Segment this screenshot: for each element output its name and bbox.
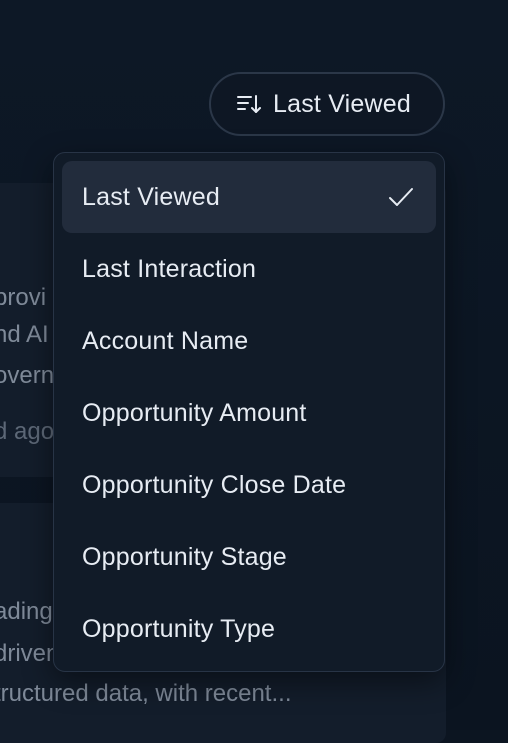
- sort-option-last-viewed[interactable]: Last Viewed: [62, 161, 436, 233]
- sort-option-label: Last Viewed: [82, 182, 220, 211]
- card-description-line: provi: [0, 284, 47, 311]
- sort-option-label: Account Name: [82, 326, 249, 355]
- card-description-line: tructured data, with recent...: [0, 680, 292, 707]
- sort-option-opportunity-type[interactable]: Opportunity Type: [62, 593, 436, 665]
- sort-option-label: Opportunity Type: [82, 614, 276, 643]
- sort-option-label: Opportunity Amount: [82, 398, 307, 427]
- sort-dropdown-menu: Last Viewed Last Interaction Account Nam…: [53, 152, 445, 672]
- sort-option-opportunity-stage[interactable]: Opportunity Stage: [62, 521, 436, 593]
- sort-option-account-name[interactable]: Account Name: [62, 305, 436, 377]
- card-description-line: ading: [0, 598, 53, 625]
- card-description-line: nd AI: [0, 321, 49, 348]
- sort-option-opportunity-close-date[interactable]: Opportunity Close Date: [62, 449, 436, 521]
- sort-descending-icon: [235, 90, 263, 118]
- card-description-line: driven: [0, 640, 60, 667]
- sort-option-opportunity-amount[interactable]: Opportunity Amount: [62, 377, 436, 449]
- sort-option-last-interaction[interactable]: Last Interaction: [62, 233, 436, 305]
- sort-option-label: Last Interaction: [82, 254, 257, 283]
- card-description-line: overn: [0, 362, 55, 389]
- sort-option-label: Opportunity Stage: [82, 542, 287, 571]
- checkmark-icon: [386, 182, 416, 212]
- card-timestamp: d ago: [0, 418, 55, 445]
- sort-button[interactable]: Last Viewed: [209, 72, 445, 136]
- sort-option-label: Opportunity Close Date: [82, 470, 347, 499]
- sort-button-label: Last Viewed: [273, 89, 411, 118]
